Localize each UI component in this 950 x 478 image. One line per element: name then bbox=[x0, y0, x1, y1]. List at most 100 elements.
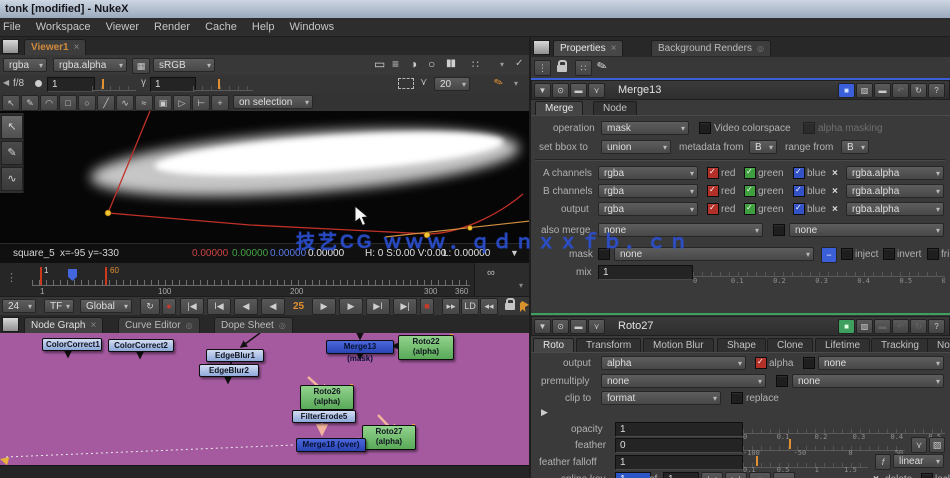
mix-slider[interactable] bbox=[693, 263, 945, 277]
b-alpha-x-icon[interactable]: × bbox=[832, 186, 838, 197]
video-colorspace-checkbox[interactable] bbox=[699, 122, 711, 134]
a-red-checkbox[interactable] bbox=[707, 167, 719, 179]
node-edgeblur1[interactable]: EdgeBlur1 bbox=[206, 349, 264, 362]
ellipse-tool-icon[interactable]: ○ bbox=[78, 95, 96, 111]
chevron-down-icon[interactable]: ▼ bbox=[510, 248, 519, 258]
goto-start-button[interactable]: |◀ bbox=[180, 298, 204, 315]
feather-slider-handle[interactable] bbox=[789, 439, 791, 449]
frame-ruler[interactable] bbox=[32, 271, 470, 286]
undo-icon[interactable]: ↶ bbox=[892, 83, 909, 98]
roto-alpha-checkbox[interactable] bbox=[755, 357, 767, 369]
viewer-tab[interactable]: Viewer1 × bbox=[24, 39, 87, 55]
record-icon[interactable]: ● bbox=[162, 298, 176, 315]
node-edgeblur2[interactable]: EdgeBlur2 bbox=[199, 364, 259, 377]
merge13-header[interactable]: ▼ ⊙ ▬ ⋎ Merge13 ■ ▨ ▬ ↶ ↻ ? bbox=[531, 80, 950, 100]
pause-icon[interactable]: ▮▮ bbox=[446, 58, 456, 69]
range-out-marker[interactable] bbox=[105, 267, 107, 285]
b-red-checkbox[interactable] bbox=[707, 185, 719, 197]
close-icon[interactable]: × bbox=[90, 318, 96, 333]
node-color-swatch[interactable]: ■ bbox=[838, 319, 855, 334]
collapse-icon[interactable]: ▼ bbox=[534, 319, 551, 334]
bspline-tool-icon[interactable]: ◠ bbox=[40, 95, 58, 111]
pen-tool-icon[interactable]: ✎ bbox=[1, 141, 23, 165]
next-keyframe-button[interactable]: ▶I bbox=[366, 298, 390, 315]
wipe-icon[interactable]: ◑ bbox=[410, 57, 417, 71]
output-blue-checkbox[interactable] bbox=[793, 203, 805, 215]
output-channels-dropdown[interactable]: rgba bbox=[598, 202, 698, 216]
grid-small-icon[interactable]: ▨ bbox=[929, 437, 945, 453]
tab-node-graph[interactable]: Node Graph × bbox=[24, 317, 104, 333]
roto-mask-dropdown[interactable]: none bbox=[818, 356, 944, 370]
output-green-checkbox[interactable] bbox=[744, 203, 756, 215]
center-node-icon[interactable]: ⊙ bbox=[552, 319, 569, 334]
current-frame[interactable]: 25 bbox=[293, 301, 304, 312]
fps-dropdown[interactable]: 24 bbox=[2, 299, 36, 313]
step-forward-button[interactable]: ▶ bbox=[339, 298, 363, 315]
downrez-dropdown[interactable]: 20 bbox=[434, 77, 470, 91]
chevron-down-icon[interactable]: ▾ bbox=[500, 60, 504, 69]
add-point-tool-icon[interactable]: + bbox=[211, 95, 229, 111]
gain-slider-handle[interactable] bbox=[102, 79, 104, 89]
select-tool-icon[interactable]: ↖ bbox=[2, 95, 20, 111]
function-icon[interactable]: f bbox=[875, 454, 891, 470]
output-alpha-dropdown[interactable]: rgba.alpha bbox=[846, 202, 944, 216]
also-merge-dropdown[interactable]: none bbox=[598, 223, 763, 237]
curve-tool-icon[interactable]: ∿ bbox=[1, 167, 23, 191]
node-roto27[interactable]: Roto27 (alpha) bbox=[362, 425, 416, 450]
node-merge18[interactable]: Merge18 (over) bbox=[296, 438, 366, 452]
delete-x-icon[interactable]: × bbox=[873, 474, 879, 478]
node-title[interactable]: Merge13 bbox=[618, 84, 661, 96]
play-forward-button[interactable]: ▶ bbox=[312, 298, 336, 315]
select-tool-icon[interactable]: ↖ bbox=[1, 115, 23, 139]
drag-handle-icon[interactable]: ⋮ bbox=[6, 271, 17, 284]
node-graph[interactable]: ColorCorrect1 ColorCorrect2 EdgeBlur1 Ed… bbox=[0, 333, 530, 465]
remove-key-button[interactable]: − bbox=[773, 472, 795, 478]
pencil-icon[interactable]: ✎ bbox=[492, 75, 505, 90]
last-key-button[interactable]: ▶| bbox=[725, 472, 747, 478]
curve-small-icon[interactable]: ⋎ bbox=[911, 437, 927, 453]
menu-help[interactable]: Help bbox=[252, 21, 275, 33]
menu-viewer[interactable]: Viewer bbox=[106, 21, 139, 33]
stop-icon[interactable]: ■ bbox=[420, 298, 434, 315]
chevron-down-icon[interactable]: ▾ bbox=[514, 79, 518, 88]
feather-falloff-handle[interactable] bbox=[756, 456, 758, 466]
redo-icon[interactable]: ↻ bbox=[910, 319, 927, 334]
check-icon[interactable]: ✓ bbox=[515, 58, 523, 69]
invert-checkbox[interactable] bbox=[883, 248, 895, 260]
lock-checkbox[interactable] bbox=[921, 473, 933, 478]
playback-mode-icon[interactable]: ↻ bbox=[140, 298, 160, 315]
node-title[interactable]: Roto27 bbox=[618, 320, 653, 332]
center-node-icon[interactable]: ⊙ bbox=[552, 83, 569, 98]
lock-panel-icon[interactable] bbox=[557, 60, 567, 72]
premultiply-dropdown[interactable]: none bbox=[601, 374, 766, 388]
spline-point[interactable] bbox=[423, 231, 431, 239]
minus-button[interactable]: − bbox=[821, 247, 837, 263]
checker-icon[interactable]: ▦ bbox=[132, 58, 150, 74]
spline-point[interactable] bbox=[467, 225, 473, 231]
a-channels-dropdown[interactable]: rgba bbox=[598, 166, 698, 180]
fringe-checkbox[interactable] bbox=[927, 248, 939, 260]
minimize-icon[interactable]: ▬ bbox=[570, 83, 587, 98]
panel-menu-button[interactable] bbox=[2, 317, 19, 332]
postage-stamp-icon[interactable]: ▨ bbox=[856, 319, 873, 334]
delete-label[interactable]: delete bbox=[885, 474, 912, 478]
fast-forward-icon[interactable]: ▸▸ bbox=[442, 298, 460, 315]
node-colorcorrect2[interactable]: ColorCorrect2 bbox=[108, 339, 174, 352]
loop-range-icon[interactable]: ∞ bbox=[487, 267, 495, 279]
timecode-mode-dropdown[interactable]: TF bbox=[44, 299, 74, 313]
collapse-icon[interactable]: ▼ bbox=[534, 83, 551, 98]
a-alpha-dropdown[interactable]: rgba.alpha bbox=[846, 166, 944, 180]
reveal-tool-icon[interactable]: ▷ bbox=[173, 95, 191, 111]
also-merge-checkbox[interactable] bbox=[773, 224, 785, 236]
also-merge-channel-dropdown[interactable]: none bbox=[789, 223, 944, 237]
tab-tracking[interactable]: Tracking bbox=[871, 338, 929, 352]
roto-output-dropdown[interactable]: alpha bbox=[601, 356, 746, 370]
range-in-marker[interactable] bbox=[40, 267, 42, 285]
tab-curve-editor[interactable]: Curve Editor ◎ bbox=[118, 317, 200, 333]
layout-rows-icon[interactable]: ≡ bbox=[392, 57, 399, 71]
close-icon[interactable]: × bbox=[74, 40, 80, 55]
center-icon[interactable]: ▬ bbox=[874, 83, 891, 98]
operation-dropdown[interactable]: mask bbox=[601, 121, 689, 135]
lock-icon[interactable] bbox=[505, 298, 515, 310]
panel-menu-button[interactable] bbox=[2, 39, 19, 54]
